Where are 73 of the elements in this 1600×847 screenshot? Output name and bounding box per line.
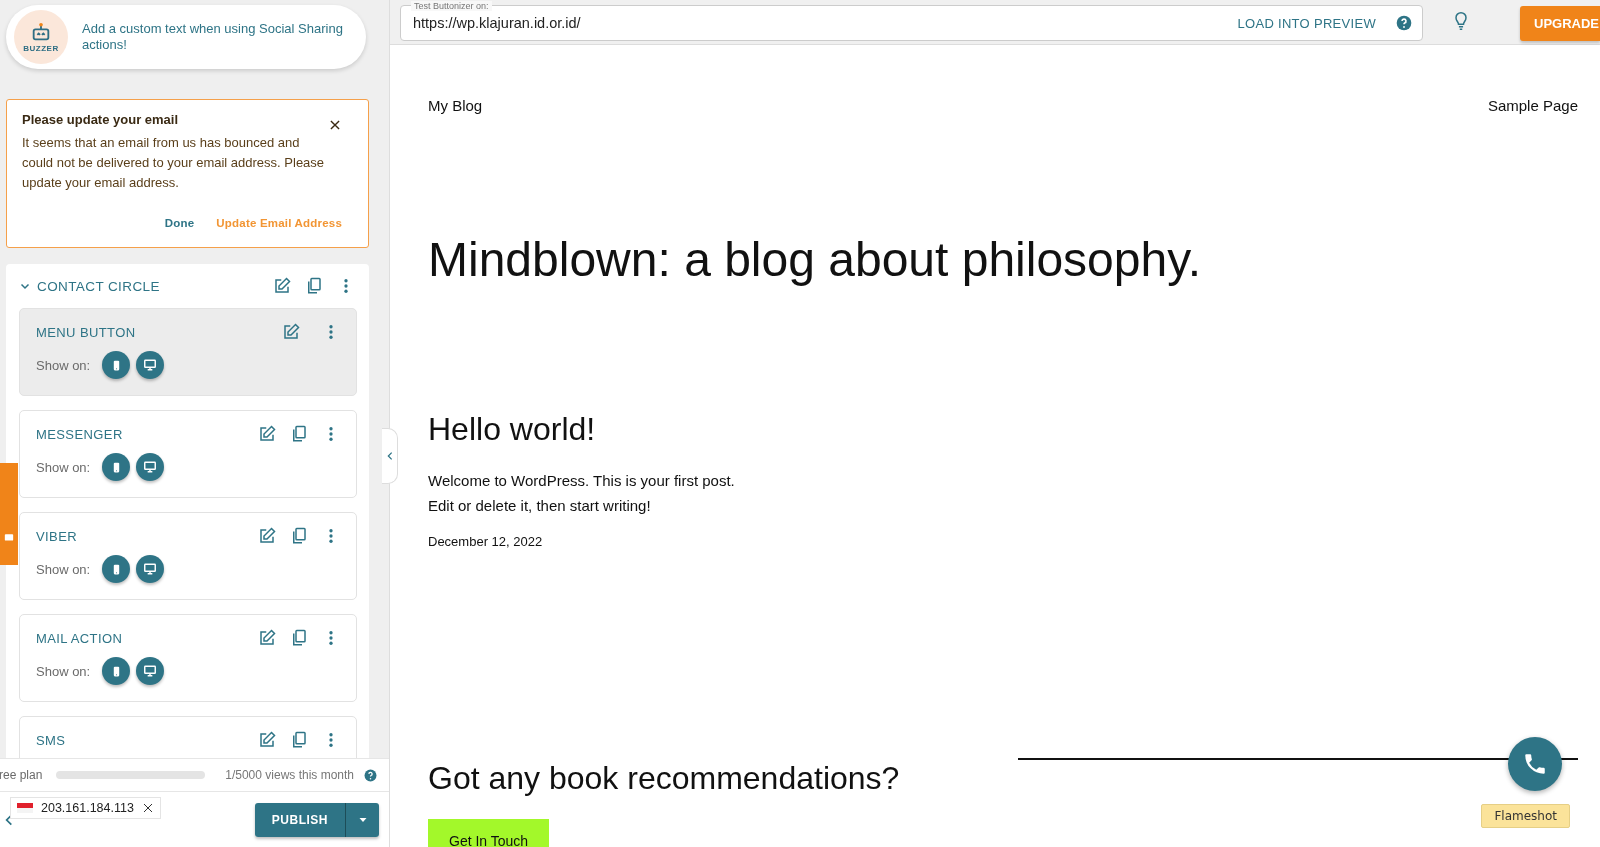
button-card[interactable]: MESSENGER Show on: <box>19 410 357 498</box>
button-title: MESSENGER <box>36 426 124 442</box>
desktop-toggle[interactable] <box>136 657 165 685</box>
button-card[interactable]: VIBER Show on: <box>19 512 357 600</box>
button-title: VIBER <box>36 528 78 544</box>
chat-icon <box>4 533 14 543</box>
cta-heading: Got any book recommendations? <box>428 760 900 797</box>
mobile-toggle[interactable] <box>102 351 131 379</box>
desktop-icon <box>143 358 158 372</box>
field-label: Test Buttonizer on: <box>411 1 492 11</box>
help-icon[interactable] <box>1396 15 1412 31</box>
copy-icon[interactable] <box>290 425 308 443</box>
show-on-label: Show on: <box>36 357 91 373</box>
mobile-toggle[interactable] <box>102 453 131 481</box>
load-preview-button[interactable]: LOAD INTO PREVIEW <box>1231 14 1382 32</box>
post-text: Welcome to WordPress. This is your first post. <box>428 471 736 491</box>
copy-icon[interactable] <box>305 277 323 295</box>
button-card[interactable]: MAIL ACTION Show on: <box>19 614 357 702</box>
show-on-label: Show on: <box>36 459 91 475</box>
group-title[interactable]: CONTACT CIRCLE <box>37 278 273 294</box>
edit-icon[interactable] <box>258 527 276 545</box>
promo-message: Add a custom text when using Social Sharing actions! <box>82 21 344 53</box>
promo-banner[interactable]: BUZZER Add a custom text when using Social Sharing actions! <box>6 5 366 69</box>
post-title[interactable]: Hello world! <box>428 411 1578 448</box>
usage-text: 1/5000 views this month <box>225 768 354 782</box>
copy-icon[interactable] <box>290 629 308 647</box>
desktop-icon <box>143 562 158 576</box>
copy-icon[interactable] <box>290 731 308 749</box>
show-on-label: Show on: <box>36 561 91 577</box>
tooltip: Flameshot <box>1481 804 1570 828</box>
call-button[interactable] <box>1508 737 1562 791</box>
contact-button[interactable]: Get In Touch <box>428 819 550 847</box>
plan-label: ree plan <box>0 768 43 782</box>
publish-button[interactable]: PUBLISH <box>254 802 345 837</box>
notice-title: Please update your email <box>22 112 179 127</box>
feedback-tab[interactable] <box>0 463 18 565</box>
edit-icon[interactable] <box>282 323 300 341</box>
mobile-toggle[interactable] <box>102 555 131 583</box>
desktop-icon <box>143 460 158 474</box>
copy-icon[interactable] <box>290 527 308 545</box>
close-icon <box>328 118 342 132</box>
phone-icon <box>1522 751 1548 777</box>
button-card[interactable]: MENU BUTTON Show on: <box>19 308 357 396</box>
button-title: MENU BUTTON <box>36 324 137 340</box>
close-icon[interactable] <box>141 802 154 814</box>
page-headline: Mindblown: a blog about philosophy. <box>428 232 1202 287</box>
button-title: SMS <box>36 732 67 748</box>
nav-link[interactable]: Sample Page <box>1487 97 1578 114</box>
desktop-toggle[interactable] <box>136 351 165 379</box>
flag-icon <box>17 803 33 813</box>
logo-text: BUZZER <box>23 43 59 53</box>
url-field[interactable]: https://wp.klajuran.id.or.id/ <box>413 15 1232 31</box>
notice-message: It seems that an email from us has bounced and could not be delivered to your email address. Please update your email address. <box>22 134 326 192</box>
show-on-label: Show on: <box>36 663 91 679</box>
edit-icon[interactable] <box>258 425 276 443</box>
edit-icon[interactable] <box>258 629 276 647</box>
collapse-handle[interactable] <box>382 428 398 484</box>
ip-address: 203.161.184.113 <box>41 801 134 815</box>
button-card[interactable]: SMS <box>19 716 357 758</box>
site-title[interactable]: My Blog <box>428 97 483 114</box>
notice-action[interactable]: Done <box>164 217 195 229</box>
help-icon[interactable] <box>364 768 377 782</box>
close-button[interactable] <box>328 118 342 132</box>
button-title: MAIL ACTION <box>36 630 124 646</box>
post-text: Edit or delete it, then start writing! <box>428 496 652 516</box>
mobile-toggle[interactable] <box>102 657 131 685</box>
publish-dropdown[interactable] <box>345 802 379 837</box>
desktop-toggle[interactable] <box>136 555 165 583</box>
edit-icon[interactable] <box>258 731 276 749</box>
desktop-toggle[interactable] <box>136 453 165 481</box>
edit-icon[interactable] <box>273 277 291 295</box>
post-date: December 12, 2022 <box>428 534 544 549</box>
desktop-icon <box>143 664 158 678</box>
